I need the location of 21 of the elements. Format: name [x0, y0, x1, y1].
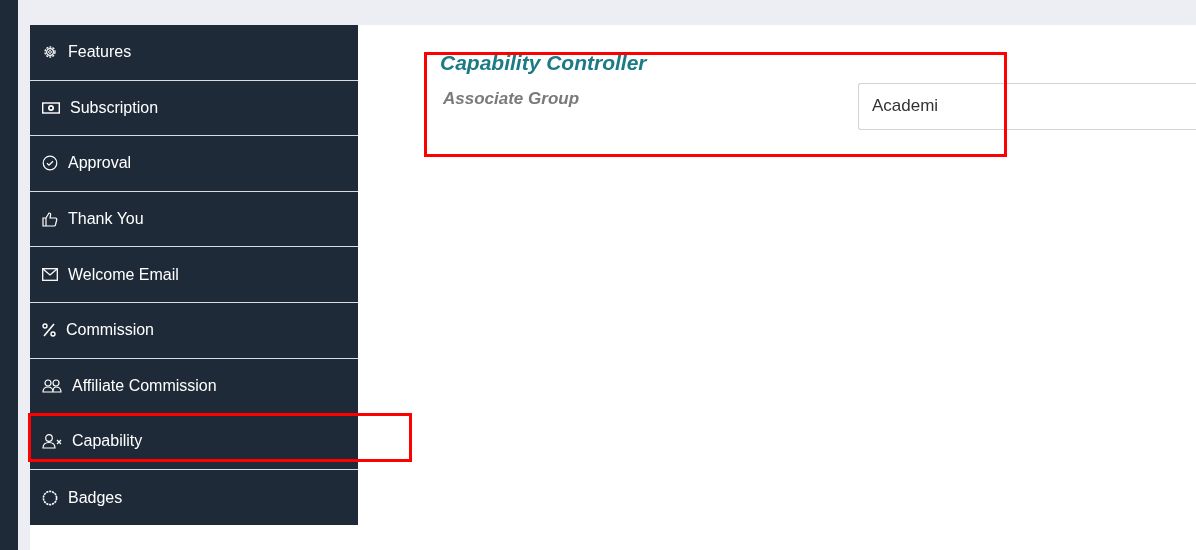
- menu-item[interactable]: Thank You: [30, 191, 358, 248]
- menu-item[interactable]: Capability: [30, 414, 358, 470]
- percent-icon: [42, 323, 56, 338]
- user-remove-icon: [42, 433, 62, 449]
- users-icon: [42, 378, 62, 393]
- gear-icon: [42, 44, 58, 61]
- menu-item[interactable]: Affiliate Commission: [30, 358, 358, 415]
- badge-icon: [42, 489, 58, 506]
- menu-item[interactable]: Features: [30, 25, 358, 81]
- menu-item[interactable]: Approval: [30, 136, 358, 192]
- check-circle-icon: [42, 155, 58, 172]
- field-label: Associate Group: [442, 88, 581, 110]
- thumbs-up-icon: [42, 211, 58, 228]
- menu-item[interactable]: Subscription: [30, 80, 358, 137]
- menu-item[interactable]: Welcome Email: [30, 247, 358, 303]
- money-bill-icon: [42, 101, 60, 114]
- group-field[interactable]: Academi: [858, 83, 1196, 130]
- menu-item[interactable]: Badges: [30, 469, 358, 526]
- section-title: Capability Controller: [440, 51, 649, 75]
- menu-item[interactable]: Commission: [30, 302, 358, 359]
- envelope-icon: [42, 268, 58, 282]
